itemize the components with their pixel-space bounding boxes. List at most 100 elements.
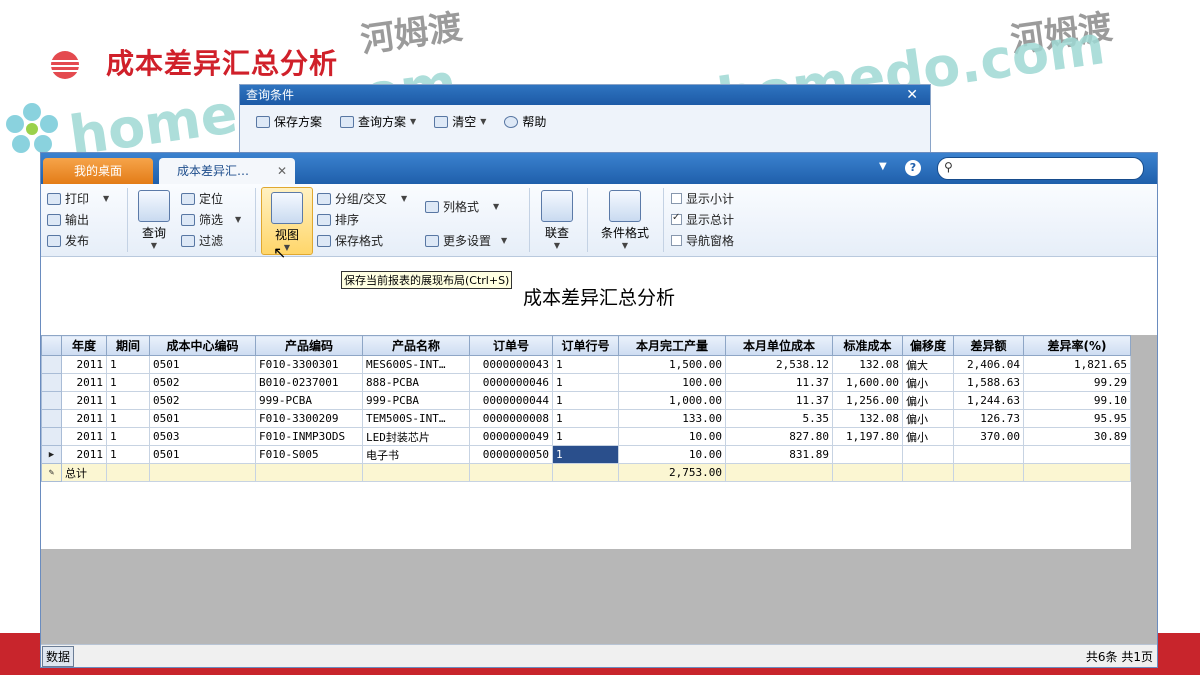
cell-year[interactable]: 2011 (61, 373, 107, 392)
cell-diff[interactable]: 2,406.04 (953, 355, 1024, 374)
cell-unit_cost[interactable]: 11.37 (725, 391, 833, 410)
row-header[interactable] (41, 355, 62, 374)
cell-period[interactable]: 1 (106, 445, 150, 464)
cell-order[interactable]: 0000000050 (469, 445, 553, 464)
cell-dev[interactable]: 偏大 (902, 355, 954, 374)
publish-button[interactable]: 发布 (47, 232, 89, 249)
cell-rate[interactable]: 95.95 (1023, 409, 1131, 428)
column-format-button[interactable]: 列格式 ▼ (425, 198, 499, 215)
table-row[interactable]: ▶ 2011 1 0501 F010-S005 电子书 0000000050 1 10.00 83… (41, 445, 1131, 464)
nav-pane-checkbox[interactable]: 导航窗格 (671, 232, 734, 249)
help-button[interactable]: 帮助 (504, 113, 546, 130)
cell-name[interactable]: 888-PCBA (362, 373, 470, 392)
query-button[interactable]: 查询 ▼ (135, 190, 173, 250)
cell-order[interactable]: 0000000043 (469, 355, 553, 374)
column-header[interactable]: 差异率(%) (1023, 335, 1131, 356)
save-format-button[interactable]: 保存格式 (317, 232, 383, 249)
export-button[interactable]: 输出 (47, 211, 89, 228)
cell-year[interactable]: 2011 (61, 445, 107, 464)
cell-year[interactable]: 2011 (61, 409, 107, 428)
tab-list-dropdown-icon[interactable]: ▼ (879, 161, 887, 172)
sort-button[interactable]: 排序 (317, 211, 359, 228)
cell-order[interactable]: 0000000046 (469, 373, 553, 392)
cell-rate[interactable]: 99.29 (1023, 373, 1131, 392)
cell-code[interactable]: F010-3300209 (255, 409, 363, 428)
cell-rate[interactable]: 1,821.65 (1023, 355, 1131, 374)
cell-cc[interactable]: 0502 (149, 373, 256, 392)
query-scheme-button[interactable]: 查询方案 ▼ (340, 113, 416, 130)
column-header[interactable]: 偏移度 (902, 335, 954, 356)
cell-code[interactable]: F010-INMP3ODS (255, 427, 363, 446)
cell-unit_cost[interactable]: 5.35 (725, 409, 833, 428)
current-row-indicator-icon[interactable]: ▶ (41, 445, 62, 464)
show-total-checkbox[interactable]: 显示总计 (671, 211, 734, 228)
cell-qty[interactable]: 10.00 (618, 445, 726, 464)
cell-rate[interactable]: 30.89 (1023, 427, 1131, 446)
cell-code[interactable]: F010-3300301 (255, 355, 363, 374)
cell-rate[interactable]: 99.10 (1023, 391, 1131, 410)
column-header[interactable]: 订单号 (469, 335, 553, 356)
cell-dev[interactable]: 偏小 (902, 373, 954, 392)
link-query-button[interactable]: 联查 ▼ (537, 190, 577, 250)
cell-year[interactable]: 2011 (61, 427, 107, 446)
filter2-button[interactable]: 过滤 (181, 232, 223, 249)
cell-cc[interactable]: 0501 (149, 355, 256, 374)
row-header[interactable] (41, 409, 62, 428)
cell-diff[interactable]: 1,244.63 (953, 391, 1024, 410)
cell-cc[interactable]: 0502 (149, 391, 256, 410)
column-header[interactable]: 年度 (61, 335, 107, 356)
cell-qty[interactable]: 1,000.00 (618, 391, 726, 410)
cell-dev[interactable]: 偏小 (902, 409, 954, 428)
cell-dev[interactable] (902, 445, 954, 464)
show-subtotal-checkbox[interactable]: 显示小计 (671, 190, 734, 207)
cell-std[interactable]: 1,600.00 (832, 373, 903, 392)
cell-line[interactable]: 1 (552, 391, 619, 410)
search-input[interactable]: ⚲ (937, 157, 1144, 180)
column-header[interactable]: 产品编码 (255, 335, 363, 356)
cell-rate[interactable] (1023, 445, 1131, 464)
column-header[interactable]: 成本中心编码 (149, 335, 256, 356)
column-header[interactable]: 标准成本 (832, 335, 903, 356)
help-icon[interactable]: ? (905, 160, 921, 176)
cell-period[interactable]: 1 (106, 355, 150, 374)
cell-order[interactable]: 0000000044 (469, 391, 553, 410)
filter-button[interactable]: 筛选 ▼ (181, 211, 241, 228)
cell-std[interactable]: 1,197.80 (832, 427, 903, 446)
table-row[interactable]: 2011 1 0502 B010-0237001 888-PCBA 0000000046 1… (41, 373, 1131, 392)
column-header[interactable]: 产品名称 (362, 335, 470, 356)
view-button[interactable]: 视图 ▼ (261, 187, 313, 255)
table-row[interactable]: 2011 1 0501 F010-3300209 TEM500S-INT… 0000000… (41, 409, 1131, 428)
cell-period[interactable]: 1 (106, 391, 150, 410)
data-tab[interactable]: 数据 (42, 646, 75, 667)
cell-year[interactable]: 2011 (61, 355, 107, 374)
column-header[interactable]: 订单行号 (552, 335, 619, 356)
cell-dev[interactable]: 偏小 (902, 427, 954, 446)
cell-unit_cost[interactable]: 2,538.12 (725, 355, 833, 374)
more-settings-button[interactable]: 更多设置 ▼ (425, 232, 507, 249)
cell-line[interactable]: 1 (552, 409, 619, 428)
cell-name[interactable]: LED封装芯片 (362, 427, 470, 446)
cell-unit_cost[interactable]: 11.37 (725, 373, 833, 392)
cell-unit_cost[interactable]: 831.89 (725, 445, 833, 464)
cell-line[interactable]: 1 (552, 373, 619, 392)
cell-std[interactable]: 132.08 (832, 409, 903, 428)
close-tab-icon[interactable]: ✕ (277, 158, 287, 184)
cell-period[interactable]: 1 (106, 409, 150, 428)
cell-name[interactable]: TEM500S-INT… (362, 409, 470, 428)
cell-period[interactable]: 1 (106, 427, 150, 446)
cell-std[interactable]: 1,256.00 (832, 391, 903, 410)
table-row[interactable]: 2011 1 0503 F010-INMP3ODS LED封装芯片 0000000049 1… (41, 427, 1131, 446)
column-header[interactable]: 期间 (106, 335, 150, 356)
row-header[interactable] (41, 391, 62, 410)
cell-year[interactable]: 2011 (61, 391, 107, 410)
tab-home[interactable]: 我的桌面 (43, 158, 153, 184)
cell-diff[interactable] (953, 445, 1024, 464)
cell-cc[interactable]: 0503 (149, 427, 256, 446)
close-icon[interactable]: ✕ (906, 85, 918, 105)
cell-diff[interactable]: 1,588.63 (953, 373, 1024, 392)
locate-button[interactable]: 定位 (181, 190, 223, 207)
cell-unit_cost[interactable]: 827.80 (725, 427, 833, 446)
column-header[interactable]: 本月单位成本 (725, 335, 833, 356)
cell-cc[interactable]: 0501 (149, 445, 256, 464)
cell-qty[interactable]: 100.00 (618, 373, 726, 392)
